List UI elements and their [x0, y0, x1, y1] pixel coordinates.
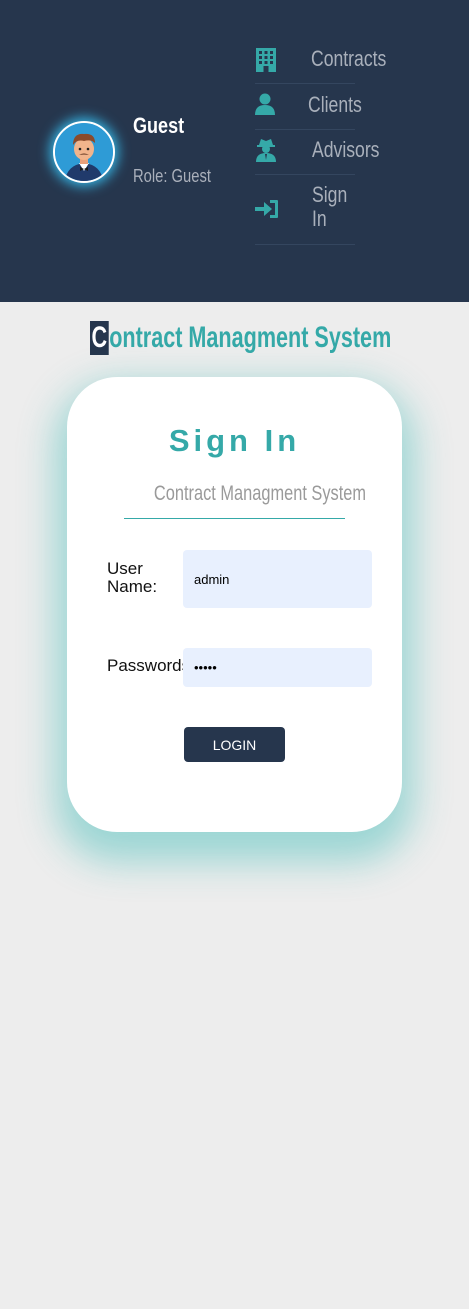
nav-label-clients: Clients: [308, 92, 362, 117]
site-title-initial: C: [90, 321, 109, 355]
top-header: Guest Role: Guest Contracts Clients Advi…: [0, 0, 469, 302]
nav-item-clients[interactable]: Clients: [255, 84, 362, 130]
username-label: User Name:: [107, 559, 158, 596]
nav-label-advisors: Advisors: [312, 137, 380, 162]
login-card-subtitle: Contract Managment System: [124, 480, 366, 519]
avatar: [53, 121, 115, 183]
user-icon: [255, 93, 275, 120]
user-name: Guest: [133, 113, 185, 138]
building-icon: [255, 47, 277, 78]
site-title-rest: ontract Managment System: [109, 321, 392, 354]
password-label: Passwords:: [107, 656, 195, 675]
nav-item-sign-in[interactable]: Sign In: [255, 175, 355, 245]
avatar-person-icon: [55, 123, 113, 181]
nav-item-advisors[interactable]: Advisors: [255, 130, 379, 175]
nav-label-contracts: Contracts: [311, 46, 387, 71]
user-role: Role: Guest: [133, 166, 211, 186]
nav-item-contracts[interactable]: Contracts: [255, 38, 386, 84]
sign-in-icon: [255, 199, 279, 224]
user-secret-icon: [255, 138, 277, 167]
login-button[interactable]: LOGIN: [184, 727, 285, 762]
password-input[interactable]: [183, 648, 372, 687]
username-input[interactable]: [183, 550, 372, 608]
login-card-title: Sign In: [168, 423, 301, 458]
login-card-subtitle-text: Contract Managment System: [153, 482, 367, 505]
nav-label-sign-in: Sign In: [312, 182, 348, 231]
site-title: Contract Managment System: [90, 321, 469, 361]
